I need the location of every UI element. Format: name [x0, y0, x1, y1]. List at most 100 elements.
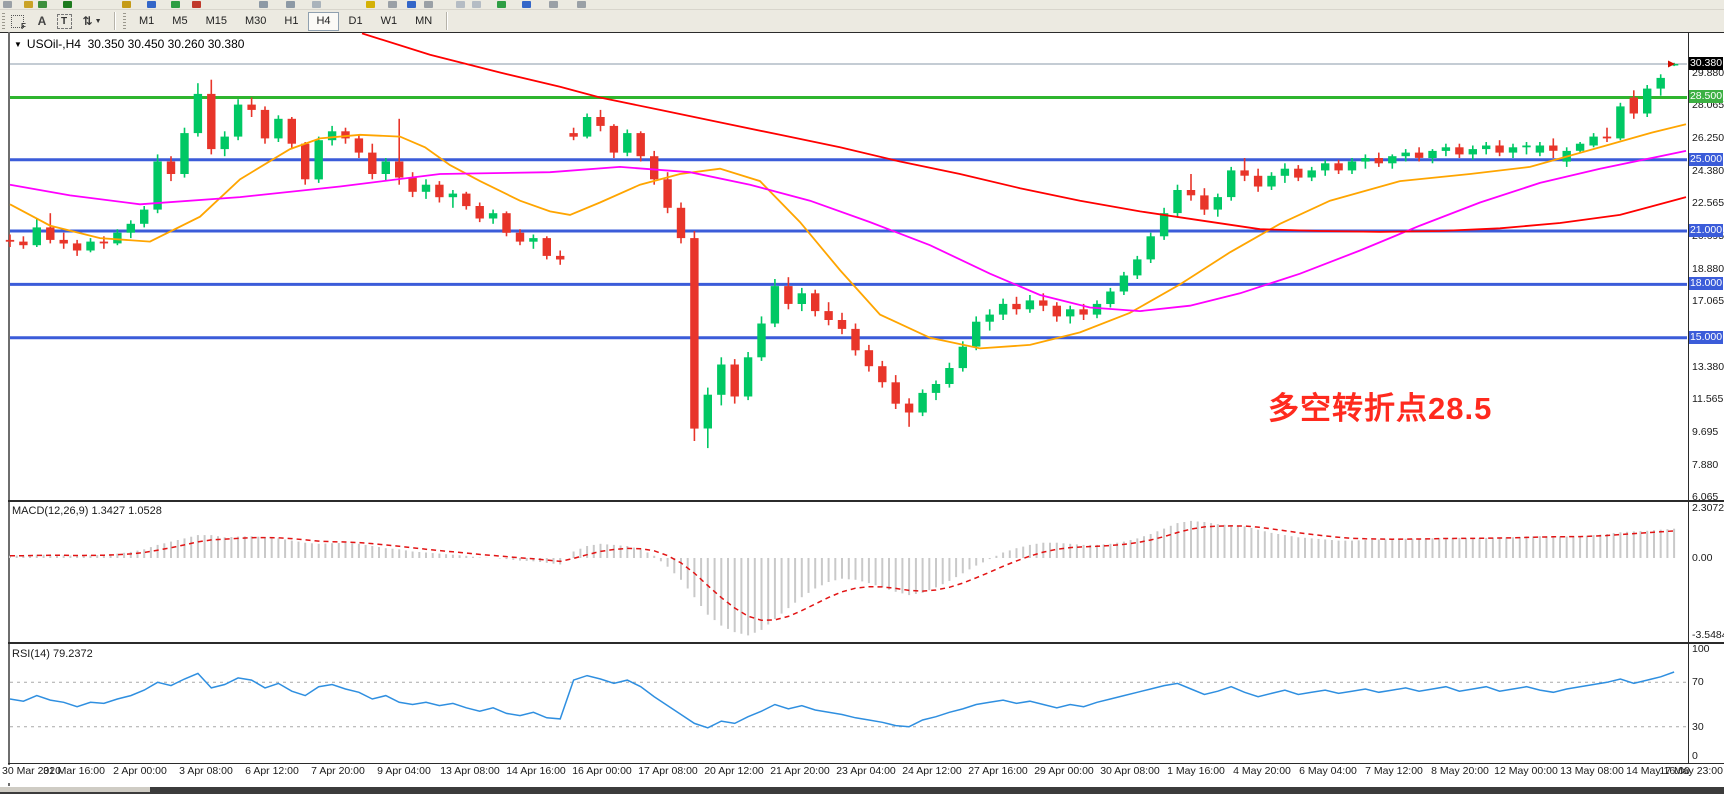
time-axis[interactable]: 30 Mar 202031 Mar 16:002 Apr 00:003 Apr … — [0, 765, 1724, 783]
rsi-axis-label: 0 — [1692, 750, 1698, 762]
rsi-axis-label: 70 — [1692, 676, 1704, 688]
timeframe-button-d1[interactable]: D1 — [341, 12, 371, 31]
main-toolbar: F A T ⇅ ▼ M1M5M15M30H1H4D1W1MN — [0, 10, 1724, 33]
mt4-window: F A T ⇅ ▼ M1M5M15M30H1H4D1W1MN ▼ USOil-,H… — [0, 0, 1724, 794]
time-axis-label: 9 Apr 04:00 — [377, 765, 431, 777]
time-axis-label: 17 Apr 08:00 — [638, 765, 698, 777]
clipped-toolbar-icon — [63, 1, 72, 8]
time-axis-border — [8, 763, 1724, 764]
arrange-button[interactable]: ⇅ ▼ — [75, 12, 109, 30]
chevron-down-icon: ▼ — [95, 18, 102, 25]
chart-title-ohlc: 30.350 30.450 30.260 30.380 — [88, 37, 245, 51]
rsi-axis-label: 30 — [1692, 721, 1704, 733]
time-axis-label: 7 May 12:00 — [1365, 765, 1423, 777]
price-level-label: 18.000 — [1689, 277, 1723, 290]
clipped-toolbar-icon — [38, 1, 47, 8]
time-axis-label: 2 Apr 00:00 — [113, 765, 167, 777]
time-axis-label: 1 May 16:00 — [1167, 765, 1225, 777]
price-axis-border — [1688, 33, 1689, 763]
text-box-button[interactable]: T — [53, 12, 75, 30]
h-scrollbar-thumb[interactable] — [0, 787, 150, 792]
collapse-triangle-icon[interactable]: ▼ — [14, 40, 22, 49]
toolbar-grip[interactable] — [2, 13, 5, 29]
price-tick: 17.065 — [1692, 295, 1724, 307]
price-level-label: 28.500 — [1689, 90, 1723, 103]
time-axis-label: 29 Apr 00:00 — [1034, 765, 1094, 777]
timeframe-button-m1[interactable]: M1 — [131, 12, 162, 31]
timeframe-button-h1[interactable]: H1 — [276, 12, 306, 31]
price-tick: 9.695 — [1692, 426, 1718, 438]
price-tick: 11.565 — [1692, 393, 1723, 405]
indicator-grid-button[interactable]: F — [9, 12, 31, 30]
clipped-toolbar-icon — [366, 1, 375, 8]
timeframe-button-m5[interactable]: M5 — [164, 12, 195, 31]
clipped-toolbar-icon — [3, 1, 12, 8]
rsi-splitter[interactable] — [8, 642, 1724, 644]
timeframe-button-w1[interactable]: W1 — [373, 12, 406, 31]
clipped-toolbar-icon — [497, 1, 506, 8]
price-level-label: 25.000 — [1689, 153, 1723, 166]
clipped-toolbar-icon — [472, 1, 481, 8]
price-level-label: 21.000 — [1689, 224, 1723, 237]
price-tick: 26.250 — [1692, 132, 1724, 144]
rsi-label: RSI(14) 79.2372 — [12, 648, 93, 660]
macd-axis-label: -3.5484 — [1692, 629, 1724, 641]
clipped-toolbar-icon — [192, 1, 201, 8]
chart-title: ▼ USOil-,H4 30.350 30.450 30.260 30.380 — [14, 37, 244, 51]
macd-label: MACD(12,26,9) 1.3427 1.0528 — [12, 505, 162, 517]
macd-axis-label: 0.00 — [1692, 552, 1712, 564]
h-scrollbar[interactable] — [0, 787, 1724, 794]
clipped-toolbar-icon — [577, 1, 586, 8]
time-axis-label: 21 Apr 20:00 — [770, 765, 830, 777]
clipped-toolbar-icon — [312, 1, 321, 8]
timeframe-bar: M1M5M15M30H1H4D1W1MN — [130, 12, 441, 31]
timeframe-button-mn[interactable]: MN — [407, 12, 440, 31]
time-axis-label: 31 Mar 16:00 — [43, 765, 105, 777]
time-axis-label: 8 May 20:00 — [1431, 765, 1489, 777]
toolbar-separator-2 — [446, 12, 448, 30]
price-tick: 18.880 — [1692, 263, 1724, 275]
time-axis-label: 7 Apr 20:00 — [311, 765, 365, 777]
text-label-button[interactable]: A — [31, 12, 53, 30]
time-axis-label: 17 May 23:00 — [1659, 765, 1723, 777]
annotation-text: 多空转折点28.5 — [1268, 383, 1492, 428]
time-axis-label: 30 Apr 08:00 — [1100, 765, 1160, 777]
time-axis-label: 20 Apr 12:00 — [704, 765, 764, 777]
clipped-toolbar-icon — [456, 1, 465, 8]
price-tick: 24.380 — [1692, 165, 1724, 177]
price-level-label: 30.380 — [1689, 57, 1723, 70]
chart-title-symbol: USOil-,H4 — [27, 37, 81, 51]
clipped-toolbar-icon — [424, 1, 433, 8]
clipped-toolbar-icon — [259, 1, 268, 8]
clipped-toolbar-icon — [407, 1, 416, 8]
toolbar-separator — [114, 12, 116, 30]
time-axis-label: 27 Apr 16:00 — [968, 765, 1028, 777]
clipped-toolbar-icon — [171, 1, 180, 8]
clipped-toolbar-icon — [549, 1, 558, 8]
timeframe-button-m30[interactable]: M30 — [237, 12, 274, 31]
price-tick: 7.880 — [1692, 459, 1718, 471]
time-axis-label: 16 Apr 00:00 — [572, 765, 632, 777]
window-left-edge — [8, 32, 10, 786]
timeframe-grip[interactable] — [123, 13, 126, 29]
macd-splitter[interactable] — [8, 500, 1724, 502]
clipped-toolbar-icon — [286, 1, 295, 8]
price-tick: 13.380 — [1692, 361, 1724, 373]
price-level-label: 15.000 — [1689, 331, 1723, 344]
time-axis-label: 6 Apr 12:00 — [245, 765, 299, 777]
clipped-toolbar-icon — [388, 1, 397, 8]
time-axis-label: 23 Apr 04:00 — [836, 765, 896, 777]
timeframe-button-h4[interactable]: H4 — [308, 12, 338, 31]
clipped-top-toolbar — [0, 0, 1724, 10]
price-tick: 22.565 — [1692, 197, 1724, 209]
pane-border-top — [0, 32, 1724, 33]
time-axis-label: 13 Apr 08:00 — [440, 765, 500, 777]
clipped-toolbar-icon — [24, 1, 33, 8]
time-axis-label: 13 May 08:00 — [1560, 765, 1624, 777]
letter-a-icon: A — [38, 14, 47, 28]
grid-f-label: F — [21, 22, 26, 31]
time-axis-label: 14 Apr 16:00 — [506, 765, 566, 777]
timeframe-button-m15[interactable]: M15 — [198, 12, 235, 31]
arrows-icon: ⇅ — [83, 14, 93, 28]
time-axis-label: 4 May 20:00 — [1233, 765, 1291, 777]
